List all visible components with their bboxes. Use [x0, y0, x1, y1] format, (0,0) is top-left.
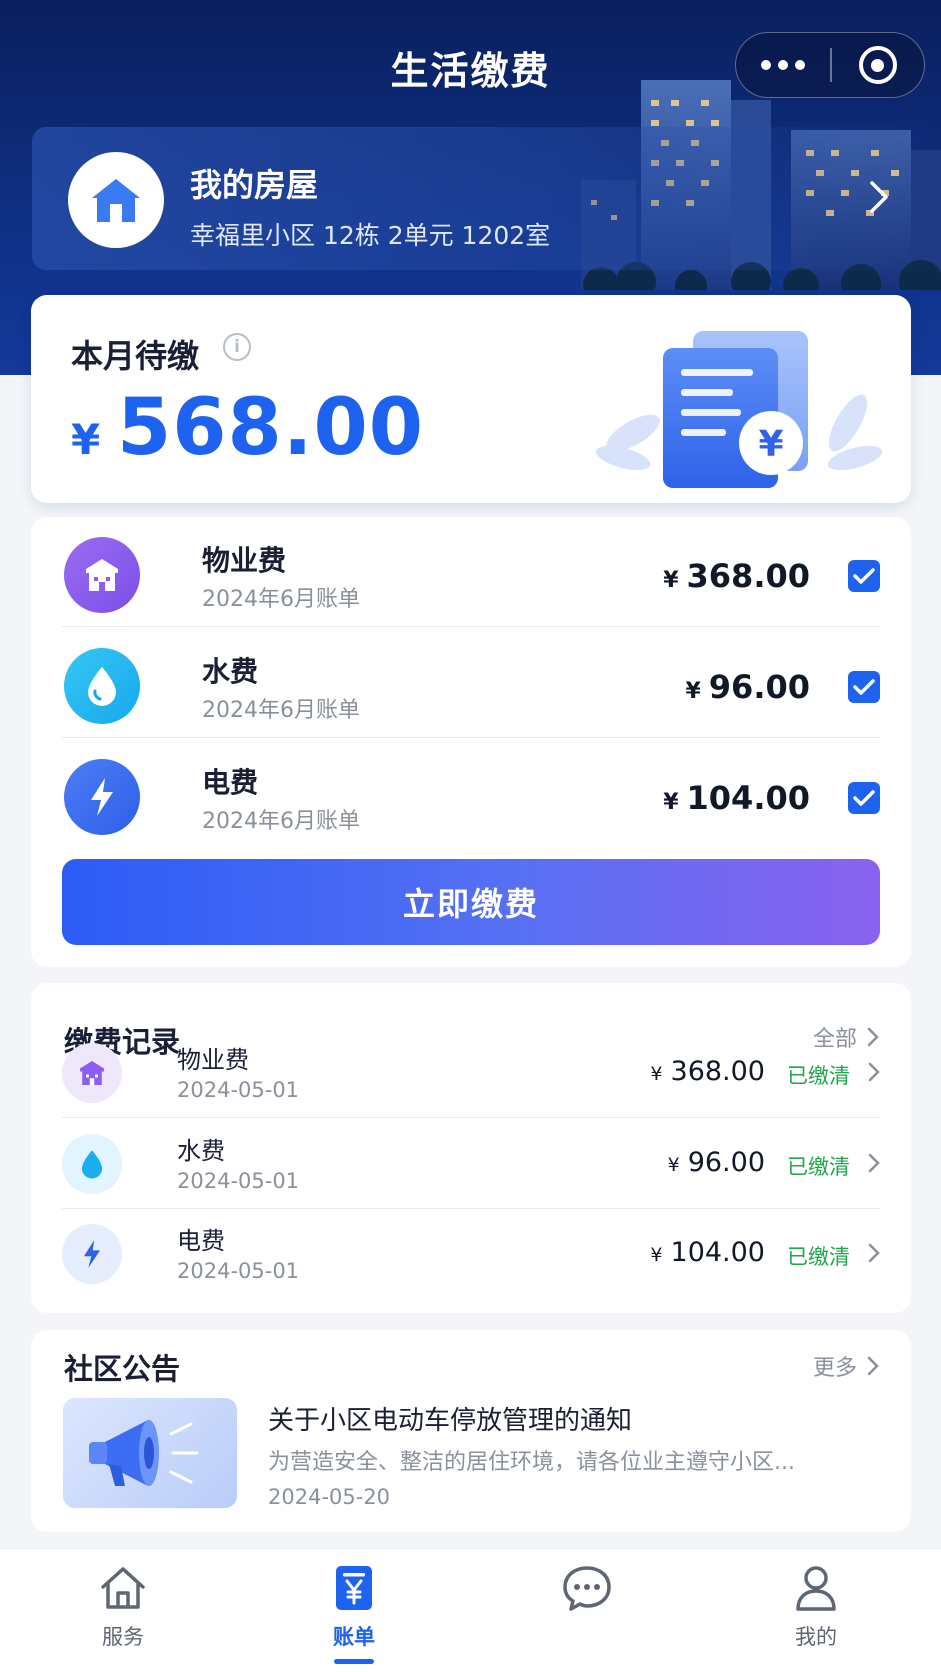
record-amount: ¥368.00 — [650, 1056, 765, 1087]
home-icon — [98, 1563, 148, 1613]
pay-now-button[interactable]: 立即缴费 — [62, 859, 880, 945]
payment-records-card: 缴费记录 全部 物业费 2024-05-01 ¥368.00 已缴清 水费 20… — [31, 983, 911, 1313]
tab-mine[interactable]: 我的 — [746, 1549, 886, 1672]
chevron-right-icon — [867, 1356, 879, 1376]
user-icon — [791, 1563, 841, 1613]
chevron-right-icon[interactable] — [869, 180, 889, 214]
tab-label: 我的 — [795, 1625, 837, 1649]
record-status: 已缴清 — [787, 1155, 850, 1179]
bill-amount-value: 96.00 — [708, 668, 810, 706]
pending-amount: 568.00 — [117, 383, 424, 473]
record-row-property[interactable]: 物业费 2024-05-01 ¥368.00 已缴清 — [62, 1028, 880, 1118]
record-date: 2024-05-01 — [177, 1169, 300, 1193]
record-amount-value: 96.00 — [687, 1147, 765, 1178]
pending-label: 本月待缴 — [71, 337, 200, 375]
megaphone-icon — [89, 1420, 199, 1486]
record-amount: ¥96.00 — [668, 1147, 765, 1178]
bill-amount: ¥104.00 — [663, 779, 810, 817]
record-date: 2024-05-01 — [177, 1078, 300, 1102]
bill-document-illustration: ¥ — [595, 331, 883, 488]
megaphone-thumbnail[interactable] — [63, 1398, 237, 1508]
lightning-icon — [64, 759, 140, 835]
active-tab-indicator — [334, 1659, 374, 1664]
tab-messages[interactable] — [517, 1549, 657, 1672]
bill-checkbox[interactable] — [848, 560, 880, 592]
house-title: 我的房屋 — [190, 166, 319, 204]
record-name: 电费 — [177, 1227, 225, 1255]
record-currency: ¥ — [650, 1244, 663, 1266]
bill-name: 电费 — [202, 766, 259, 799]
checkmark-icon — [853, 568, 875, 584]
bill-period: 2024年6月账单 — [202, 809, 360, 834]
community-notice-card: 社区公告 更多 关于小区电动车停放管理的通知 为营造安全、整洁的居住环境，请各位… — [31, 1330, 911, 1532]
notice-date: 2024-05-20 — [268, 1485, 391, 1509]
tab-service[interactable]: 服务 — [53, 1549, 193, 1672]
bills-card: 物业费 2024年6月账单 ¥368.00 水费 2024年6月账单 ¥96.0… — [31, 517, 911, 967]
record-row-water[interactable]: 水费 2024-05-01 ¥96.00 已缴清 — [62, 1119, 880, 1209]
bill-yen-icon — [329, 1563, 379, 1613]
chevron-right-icon — [868, 1153, 880, 1173]
bill-row-water[interactable]: 水费 2024年6月账单 ¥96.00 — [62, 628, 880, 738]
record-amount-value: 104.00 — [670, 1237, 765, 1268]
bill-currency: ¥ — [663, 568, 679, 593]
chevron-right-icon — [868, 1243, 880, 1263]
notice-link-label: 更多 — [812, 1356, 857, 1381]
bill-checkbox[interactable] — [848, 782, 880, 814]
bill-currency: ¥ — [663, 790, 679, 815]
house-avatar — [68, 152, 164, 248]
lightning-icon — [62, 1224, 122, 1284]
tab-bills[interactable]: 账单 — [284, 1549, 424, 1672]
record-date: 2024-05-01 — [177, 1259, 300, 1283]
building-icon — [62, 1043, 122, 1103]
bill-row-electricity[interactable]: 电费 2024年6月账单 ¥104.00 — [62, 739, 880, 849]
pending-amount-card: 本月待缴 i ¥ 568.00 ¥ — [31, 295, 911, 503]
notice-description: 为营造安全、整洁的居住环境，请各位业主遵守小区... — [268, 1450, 795, 1475]
record-name: 物业费 — [177, 1046, 249, 1074]
record-currency: ¥ — [667, 1154, 680, 1176]
record-row-electricity[interactable]: 电费 2024-05-01 ¥104.00 已缴清 — [62, 1209, 880, 1299]
divider — [62, 1117, 880, 1118]
svg-text:¥: ¥ — [758, 424, 783, 465]
divider — [62, 737, 880, 738]
bill-row-property[interactable]: 物业费 2024年6月账单 ¥368.00 — [62, 517, 880, 627]
record-status: 已缴清 — [787, 1064, 850, 1088]
bill-name: 物业费 — [202, 544, 287, 577]
house-address: 幸福里小区 12栋 2单元 1202室 — [190, 221, 551, 250]
bill-name: 水费 — [202, 655, 259, 688]
record-amount: ¥104.00 — [650, 1237, 765, 1268]
house-icon — [92, 179, 140, 222]
bill-currency: ¥ — [685, 679, 701, 704]
divider — [62, 626, 880, 627]
notice-title[interactable]: 关于小区电动车停放管理的通知 — [268, 1400, 632, 1437]
more-dots-icon[interactable] — [736, 60, 830, 70]
record-currency: ¥ — [650, 1063, 663, 1085]
mini-program-capsule — [735, 32, 925, 98]
notice-more-link[interactable]: 更多 — [813, 1350, 879, 1382]
bill-checkbox[interactable] — [848, 671, 880, 703]
checkmark-icon — [853, 679, 875, 695]
bill-period: 2024年6月账单 — [202, 698, 360, 723]
bill-amount-value: 104.00 — [686, 779, 810, 817]
info-icon[interactable]: i — [223, 333, 251, 361]
building-icon — [64, 537, 140, 613]
bill-amount: ¥368.00 — [663, 557, 810, 595]
target-close-icon[interactable] — [832, 46, 925, 84]
bottom-tab-bar: 服务 账单 我的 — [0, 1548, 941, 1672]
water-drop-icon — [62, 1134, 122, 1194]
bill-amount-value: 368.00 — [686, 557, 810, 595]
chat-bubble-icon — [562, 1563, 612, 1613]
tab-label: 服务 — [102, 1625, 144, 1649]
bill-amount: ¥96.00 — [685, 668, 810, 706]
chevron-right-icon — [868, 1062, 880, 1082]
bill-period: 2024年6月账单 — [202, 587, 360, 612]
water-drop-icon — [64, 648, 140, 724]
record-status: 已缴清 — [787, 1245, 850, 1269]
pending-currency: ¥ — [71, 415, 101, 464]
checkmark-icon — [853, 790, 875, 806]
record-name: 水费 — [177, 1137, 225, 1165]
notice-section-title: 社区公告 — [64, 1352, 181, 1386]
tab-label: 账单 — [333, 1625, 375, 1649]
record-amount-value: 368.00 — [670, 1056, 765, 1087]
